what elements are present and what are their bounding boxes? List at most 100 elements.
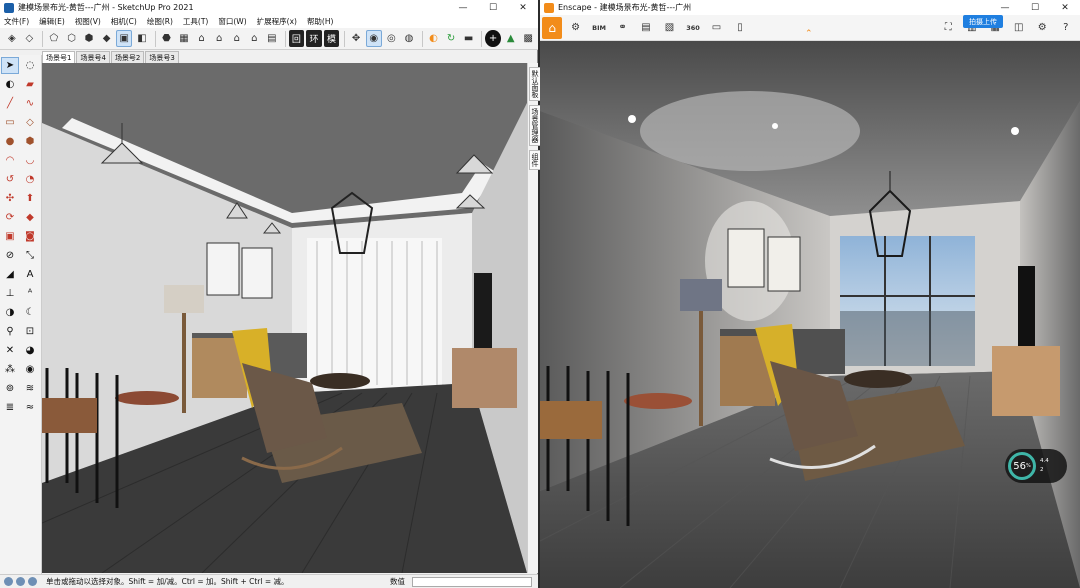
protractor-icon[interactable]: ◢ [1, 266, 19, 283]
menu-tools[interactable]: 工具(T) [183, 16, 208, 27]
enscape-render-viewport[interactable]: 56% 4.4 2 [540, 41, 1080, 588]
menu-view[interactable]: 视图(V) [75, 16, 101, 27]
menu-help[interactable]: 帮助(H) [307, 16, 334, 27]
help-icon[interactable]: ? [1056, 19, 1074, 37]
settings-icon[interactable]: ⚙ [1033, 19, 1051, 37]
eraser-tool-icon[interactable]: ▰ [21, 76, 39, 93]
shaded-style-icon[interactable]: ◆ [99, 30, 115, 47]
render-quality-gauge[interactable]: 56% 4.4 2 [1005, 449, 1067, 483]
push-pull-icon[interactable]: ⬆ [21, 190, 39, 207]
enscape-settings-icon[interactable]: ▬ [461, 30, 477, 47]
paint-bucket-icon[interactable]: ◐ [1, 76, 19, 93]
freehand-tool-icon[interactable]: ∿ [21, 95, 39, 112]
geo-location-icon[interactable] [4, 577, 13, 586]
credits-icon[interactable] [16, 577, 25, 586]
menu-draw[interactable]: 绘图(R) [147, 16, 173, 27]
sandbox-stamp-icon[interactable]: ≈ [21, 399, 39, 416]
axes-tool-icon[interactable]: ⊥ [1, 285, 19, 302]
sketchup-viewport[interactable] [42, 63, 527, 573]
eraser-icon[interactable]: ◇ [22, 30, 38, 47]
line-tool-icon[interactable]: ╱ [1, 95, 19, 112]
dimension-tool-icon[interactable]: ⤡ [21, 247, 39, 264]
zoom-tool-icon[interactable]: ⚲ [1, 323, 19, 340]
enscape-live-update-icon[interactable]: ↻ [443, 30, 459, 47]
zoom-extents-icon[interactable]: ✕ [1, 342, 19, 359]
shaded-textures-style-icon[interactable]: ▣ [116, 30, 133, 47]
tab-scene-4[interactable]: 场景号4 [76, 51, 110, 63]
move-tool-icon[interactable]: ✣ [1, 190, 19, 207]
plugin-mo-button[interactable]: 模 [323, 30, 340, 47]
plugin-hui-button[interactable]: 回 [288, 30, 305, 47]
offset-tool-icon[interactable]: ◙ [21, 228, 39, 245]
two-point-arc-icon[interactable]: ◡ [21, 152, 39, 169]
map-icon[interactable]: ⛶ [939, 19, 957, 37]
three-point-arc-icon[interactable]: ↺ [1, 171, 19, 188]
rotate-tool-icon[interactable]: ⟳ [1, 209, 19, 226]
measurements-input[interactable] [412, 576, 532, 587]
menu-extensions[interactable]: 扩展程序(x) [257, 16, 297, 27]
add-plus-icon[interactable]: + [485, 30, 501, 47]
sandbox-contours-icon[interactable]: ⊚ [1, 380, 19, 397]
maximize-icon[interactable]: ☐ [478, 0, 508, 15]
move-arrows-icon[interactable]: ✥ [348, 30, 364, 47]
export-icon[interactable]: ▭ [707, 19, 725, 37]
menu-file[interactable]: 文件(F) [4, 16, 29, 27]
screenshot-icon[interactable]: ▧ [660, 19, 678, 37]
sandbox-mesh-icon[interactable]: ≋ [21, 380, 39, 397]
front-view-icon[interactable]: ⌂ [194, 30, 210, 47]
upload-button[interactable]: 拍摄上传 [963, 15, 1003, 28]
top-view-icon[interactable]: ▦ [176, 30, 192, 47]
look-around-icon[interactable]: ◉ [21, 361, 39, 378]
video-editor-icon[interactable]: ▤ [637, 19, 655, 37]
account-icon[interactable] [28, 577, 37, 586]
back-view-icon[interactable]: ⌂ [229, 30, 245, 47]
minimize-icon[interactable]: — [448, 0, 478, 15]
enscape-sync-icon[interactable]: ◎ [384, 30, 400, 47]
section-plane-icon[interactable]: ◑ [1, 304, 19, 321]
web-standalone-icon[interactable]: ▯ [731, 19, 749, 37]
minimize-icon[interactable]: — [990, 0, 1020, 15]
home-icon[interactable]: ⌂ [542, 16, 563, 39]
xray-style-icon[interactable]: ⬠ [46, 30, 62, 47]
component-icon[interactable]: ◈ [4, 30, 20, 47]
enscape-view-icon[interactable]: ◍ [401, 30, 417, 47]
walk-mode-icon[interactable]: ⚭ [613, 19, 631, 37]
arc-tool-icon[interactable]: ◠ [1, 152, 19, 169]
wireframe-style-icon[interactable]: ⬡ [64, 30, 80, 47]
monochrome-style-icon[interactable]: ◧ [134, 30, 150, 47]
follow-me-icon[interactable]: ◆ [21, 209, 39, 226]
right-view-icon[interactable]: ⌂ [211, 30, 227, 47]
walk-tool-icon[interactable]: ⁂ [1, 361, 19, 378]
menu-edit[interactable]: 编辑(E) [39, 16, 65, 27]
panorama-360-button[interactable]: 360 [684, 19, 702, 37]
hidden-line-style-icon[interactable]: ⬢ [81, 30, 97, 47]
tab-scene-2[interactable]: 场景号2 [110, 51, 145, 63]
sandbox-smoove-icon[interactable]: ≣ [1, 399, 19, 416]
menu-camera[interactable]: 相机(C) [111, 16, 137, 27]
select-arrow-icon[interactable]: ➤ [1, 57, 19, 74]
tape-measure-icon[interactable]: ⊘ [1, 247, 19, 264]
close-icon[interactable]: ✕ [508, 0, 538, 15]
vr-icon[interactable]: ◫ [1010, 19, 1028, 37]
3d-text-icon[interactable]: ᴬ [21, 285, 39, 302]
zoom-window-icon[interactable]: ⊡ [21, 323, 39, 340]
left-view-icon[interactable]: ⌂ [247, 30, 263, 47]
iso-view-icon[interactable]: ⬣ [159, 30, 175, 47]
position-camera-icon[interactable]: ◕ [21, 342, 39, 359]
close-icon[interactable]: ✕ [1050, 0, 1080, 15]
bim-mode-button[interactable]: BIM [590, 19, 608, 37]
bottom-view-icon[interactable]: ▤ [264, 30, 280, 47]
maximize-icon[interactable]: ☐ [1020, 0, 1050, 15]
text-tool-icon[interactable]: A [21, 266, 39, 283]
plugin-huan-button[interactable]: 环 [306, 30, 322, 47]
checker-material-icon[interactable]: ▩ [520, 30, 536, 47]
circle-tool-icon[interactable]: ● [1, 133, 19, 150]
rectangle-tool-icon[interactable]: ▭ [1, 114, 19, 131]
enscape-start-icon[interactable]: ◐ [426, 30, 442, 47]
lasso-select-icon[interactable]: ◌ [21, 57, 39, 74]
tree-asset-icon[interactable]: ▲ [503, 30, 519, 47]
orbit-tool-icon[interactable]: ☾ [21, 304, 39, 321]
rotated-rectangle-icon[interactable]: ◇ [21, 114, 39, 131]
asset-library-icon[interactable]: ⚙ [566, 19, 584, 37]
polygon-tool-icon[interactable]: ⬢ [21, 133, 39, 150]
